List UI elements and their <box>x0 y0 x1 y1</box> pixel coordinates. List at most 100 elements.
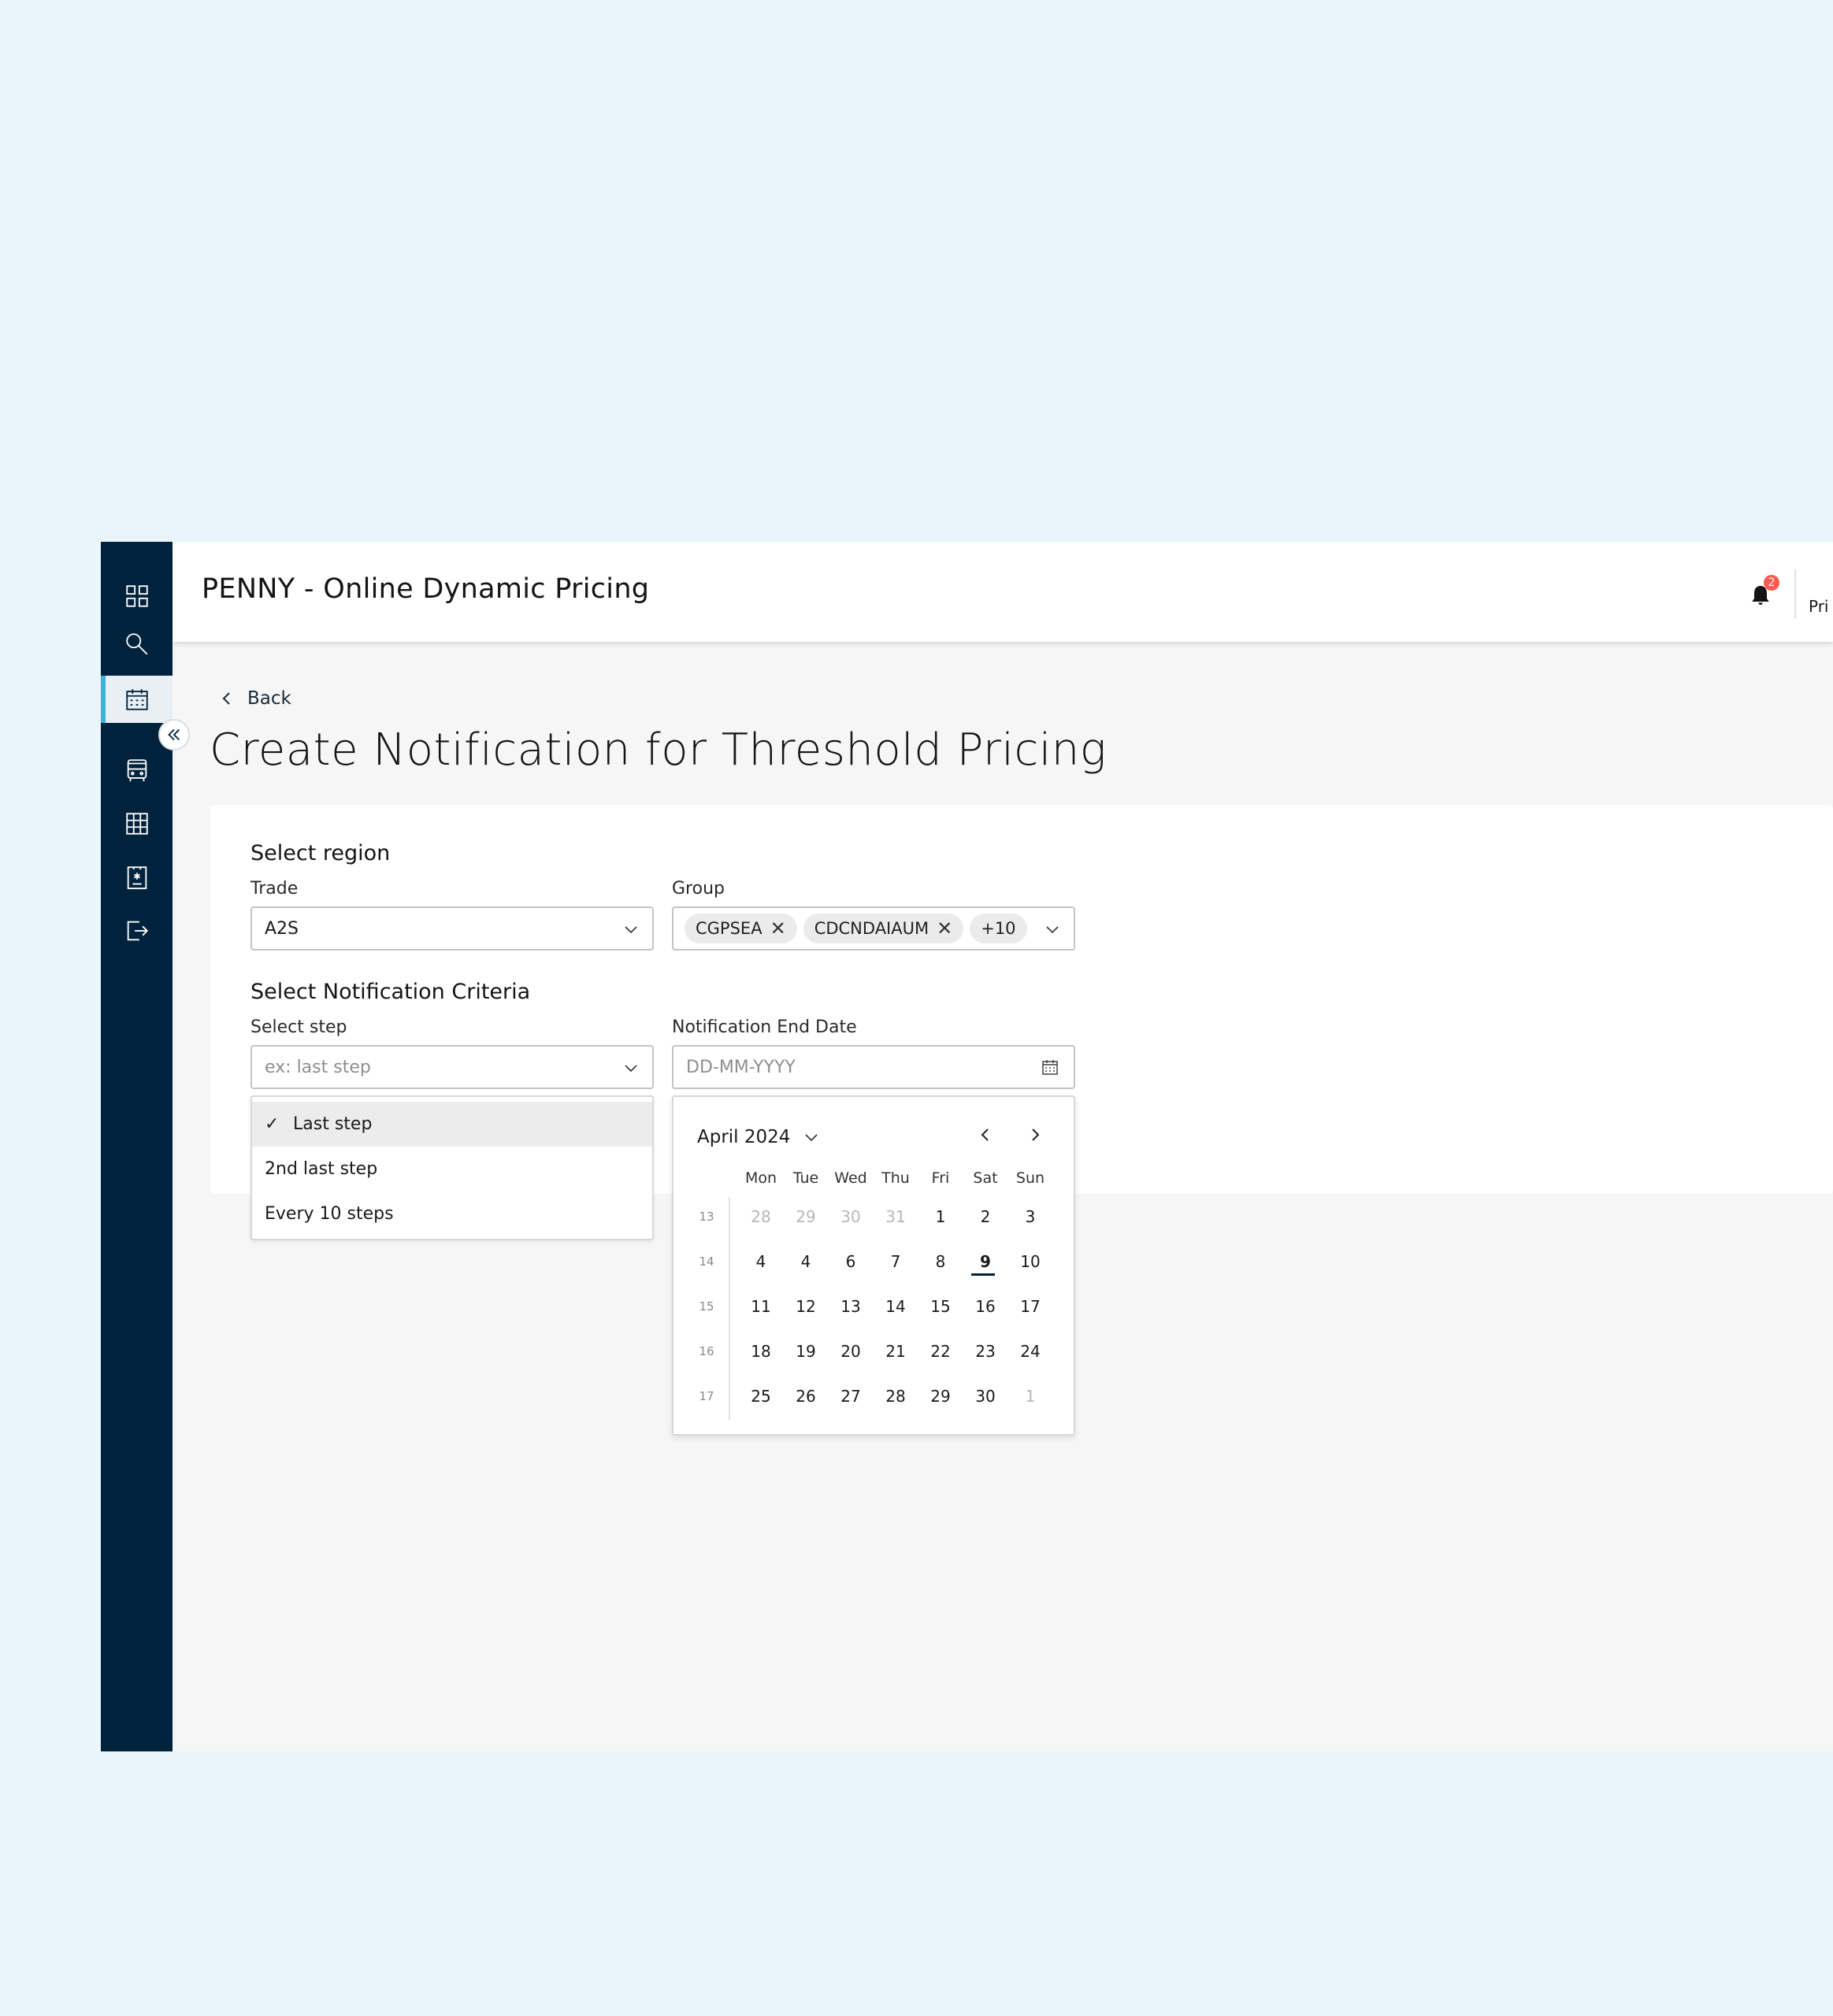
page-title: Create Notification for Threshold Pricin… <box>210 724 1107 776</box>
close-icon[interactable]: ✕ <box>937 919 952 938</box>
next-month-button[interactable] <box>1022 1122 1048 1147</box>
bus-icon <box>127 759 147 782</box>
chevron-left-icon <box>981 1128 989 1141</box>
month-selector[interactable]: April 2024 <box>697 1127 818 1147</box>
calendar-day[interactable]: 11 <box>739 1297 783 1316</box>
calendar-day[interactable]: 16 <box>963 1297 1007 1316</box>
calendar-day[interactable]: 3 <box>1008 1207 1052 1226</box>
chevron-down-icon <box>1046 926 1059 934</box>
group-more-tag[interactable]: +10 <box>970 914 1027 943</box>
calendar-day[interactable]: 21 <box>874 1342 918 1361</box>
step-option-2nd-last[interactable]: 2nd last step <box>252 1147 652 1191</box>
criteria-section-title: Select Notification Criteria <box>250 980 531 1004</box>
header-user-menu[interactable]: Pri <box>1809 597 1829 616</box>
notification-badge: 2 <box>1764 575 1779 591</box>
week-number-divider <box>729 1198 730 1420</box>
step-option-label: 2nd last step <box>265 1159 378 1179</box>
calendar-day[interactable]: 28 <box>739 1207 783 1226</box>
weekday-header: Fri <box>931 1169 950 1187</box>
calendar-day[interactable]: 31 <box>874 1207 918 1226</box>
calendar-day[interactable]: 1 <box>1008 1387 1052 1406</box>
weekday-header: Tue <box>792 1169 819 1187</box>
calendar-day[interactable]: 10 <box>1008 1252 1052 1271</box>
calendar-day[interactable]: 4 <box>784 1252 828 1271</box>
logout-icon <box>127 921 148 941</box>
sidebar-item-calendar[interactable] <box>101 676 173 723</box>
sidebar-item-bus[interactable] <box>101 747 173 794</box>
calendar-day[interactable]: 25 <box>739 1387 783 1406</box>
end-date-input[interactable]: DD-MM-YYYY <box>672 1045 1075 1089</box>
calendar-day[interactable]: 6 <box>829 1252 873 1271</box>
calendar-day[interactable]: 27 <box>829 1387 873 1406</box>
previous-month-button[interactable] <box>973 1122 998 1147</box>
sidebar-item-logout[interactable] <box>101 907 173 954</box>
calendar-icon[interactable] <box>1041 1058 1059 1077</box>
step-option-label: Last step <box>293 1114 373 1134</box>
chevron-left-icon <box>222 692 230 705</box>
chevron-down-icon <box>625 1065 637 1073</box>
calendar-day[interactable]: 29 <box>784 1207 828 1226</box>
calendar-day[interactable]: 20 <box>829 1342 873 1361</box>
calendar-icon <box>125 689 148 710</box>
close-icon[interactable]: ✕ <box>770 919 786 938</box>
weekday-header: Thu <box>881 1169 910 1187</box>
weekday-header: Wed <box>834 1169 867 1187</box>
calendar-day[interactable]: 24 <box>1008 1342 1052 1361</box>
week-number: 13 <box>699 1210 714 1224</box>
group-tag: CDCNDAIAUM ✕ <box>803 914 964 943</box>
calendar-day[interactable]: 22 <box>918 1342 963 1361</box>
calendar-day[interactable]: 29 <box>918 1387 963 1406</box>
step-option-last[interactable]: ✓ Last step <box>252 1102 652 1147</box>
step-select[interactable]: ex: last step <box>250 1045 654 1089</box>
top-header: PENNY - Online Dynamic Pricing 2 Pri <box>173 542 1833 642</box>
calendar-day[interactable]: 7 <box>874 1252 918 1271</box>
week-number: 15 <box>699 1299 714 1314</box>
back-label: Back <box>247 688 291 709</box>
calendar-day[interactable]: 15 <box>918 1297 963 1316</box>
end-date-placeholder: DD-MM-YYYY <box>686 1057 796 1077</box>
calendar-day[interactable]: 18 <box>739 1342 783 1361</box>
week-number: 16 <box>699 1344 714 1358</box>
weekday-header: Sun <box>1015 1169 1045 1187</box>
weekday-header: Sat <box>973 1169 998 1187</box>
sidebar-item-dashboard[interactable] <box>101 573 173 620</box>
calendar-day[interactable]: 17 <box>1008 1297 1052 1316</box>
calendar-day[interactable]: 13 <box>829 1297 873 1316</box>
screenshot-frame: PENNY - Online Dynamic Pricing 2 Pri Bac… <box>0 0 1833 2016</box>
sidebar-item-clipboard[interactable] <box>101 854 173 901</box>
calendar-day[interactable]: 12 <box>784 1297 828 1316</box>
group-tag-label: CDCNDAIAUM <box>814 919 929 938</box>
date-picker-calendar: April 2024 Mon Tue Wed Thu Fri Sat Sun 13 28 29 30… <box>672 1095 1075 1436</box>
calendar-day[interactable]: 4 <box>739 1252 783 1271</box>
calendar-day[interactable]: 23 <box>963 1342 1007 1361</box>
app-window: PENNY - Online Dynamic Pricing 2 Pri Bac… <box>101 542 1833 1751</box>
calendar-day[interactable]: 28 <box>874 1387 918 1406</box>
calendar-day[interactable]: 2 <box>963 1207 1007 1226</box>
today-indicator <box>971 1273 995 1276</box>
check-icon: ✓ <box>265 1114 280 1134</box>
step-option-every-10[interactable]: Every 10 steps <box>252 1191 652 1236</box>
end-date-label: Notification End Date <box>672 1017 857 1037</box>
group-more-count: +10 <box>981 919 1016 938</box>
calendar-day[interactable]: 30 <box>829 1207 873 1226</box>
calendar-day[interactable]: 26 <box>784 1387 828 1406</box>
calendar-day[interactable]: 30 <box>963 1387 1007 1406</box>
trade-select[interactable]: A2S <box>250 906 654 951</box>
calendar-day[interactable]: 1 <box>918 1207 963 1226</box>
week-number: 17 <box>699 1389 714 1403</box>
month-label: April 2024 <box>697 1127 791 1147</box>
calendar-day[interactable]: 8 <box>918 1252 963 1271</box>
calendar-day-today[interactable]: 9 <box>963 1252 1007 1271</box>
sidebar-item-table[interactable] <box>101 800 173 847</box>
calendar-day[interactable]: 14 <box>874 1297 918 1316</box>
double-chevron-left-icon <box>168 728 180 741</box>
calendar-day[interactable]: 19 <box>784 1342 828 1361</box>
sidebar-collapse-button[interactable] <box>158 719 190 750</box>
week-number: 14 <box>699 1254 714 1269</box>
sidebar-item-search[interactable] <box>101 621 173 668</box>
app-title: PENNY - Online Dynamic Pricing <box>202 573 650 605</box>
chevron-down-icon <box>805 1134 818 1142</box>
back-link[interactable]: Back <box>221 688 291 709</box>
step-dropdown-menu: ✓ Last step 2nd last step Every 10 steps <box>250 1095 654 1240</box>
group-multiselect[interactable]: CGPSEA ✕ CDCNDAIAUM ✕ +10 <box>672 906 1075 951</box>
